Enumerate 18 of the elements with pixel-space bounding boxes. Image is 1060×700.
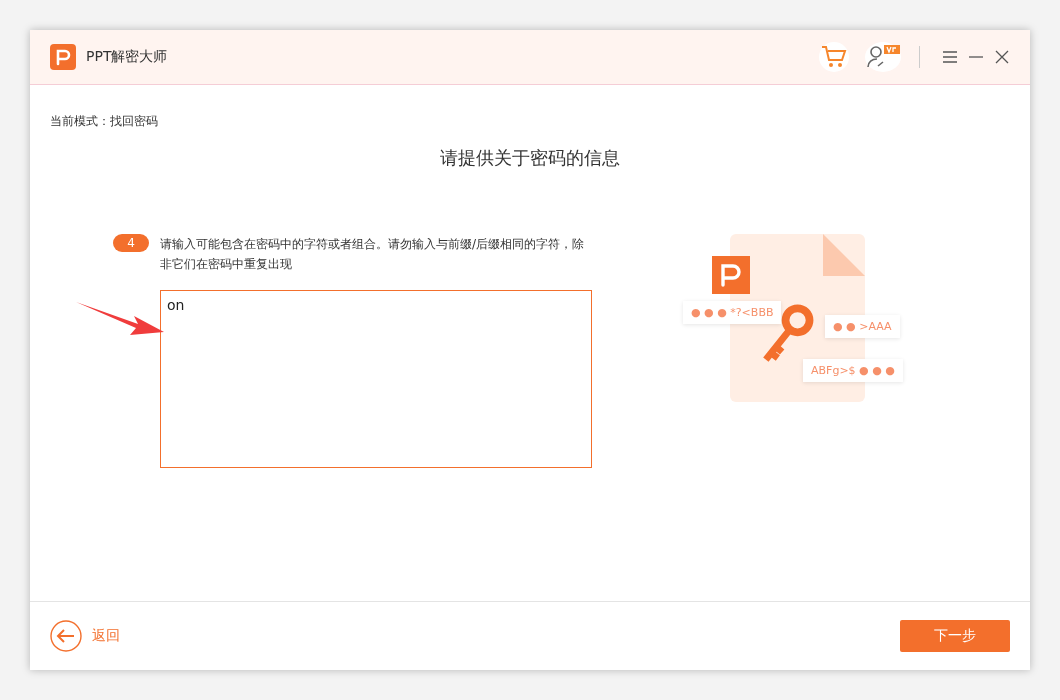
page-fold-drawing (823, 234, 865, 276)
close-button[interactable] (994, 49, 1010, 65)
cart-button[interactable] (819, 42, 849, 72)
app-logo-icon (50, 44, 76, 70)
password-tag: ● ● >AAA (825, 315, 900, 338)
step-number: 4 (113, 234, 149, 252)
mode-label: 当前模式：找回密码 (50, 113, 159, 130)
next-button[interactable]: 下一步 (900, 620, 1010, 652)
password-tag: ● ● ● *?<BBB (683, 301, 782, 324)
password-tag: ABFg>$ ● ● ● (803, 359, 903, 382)
back-button[interactable]: 返回 (50, 620, 120, 652)
account-button[interactable] (865, 42, 901, 72)
page-heading: 请提供关于密码的信息 (439, 146, 621, 170)
answer-box[interactable]: on (160, 290, 592, 468)
instruction-text: 请输入可能包含在密码中的字符或者组合。请勿输入与前缀/后缀相同的字符，除非它们在密码中重复出现 (160, 236, 586, 273)
window-title: PPT解密大师 (86, 48, 168, 66)
ppt-logo-icon (712, 256, 750, 294)
menu-button[interactable] (942, 49, 958, 65)
